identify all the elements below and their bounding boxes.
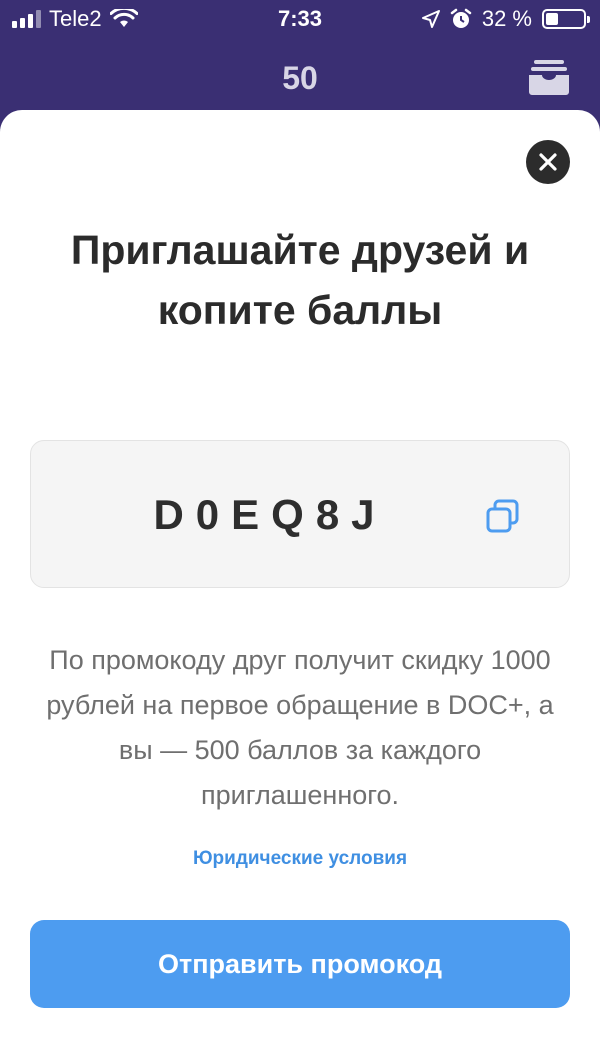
points-counter: 50	[282, 60, 318, 96]
alarm-icon	[450, 8, 472, 28]
inbox-icon[interactable]	[528, 56, 570, 98]
page-title: Приглашайте друзей и копите баллы	[70, 227, 530, 333]
legal-terms-link[interactable]: Юридические условия	[0, 848, 600, 870]
app-screen: Tele2 7:33 32 % 50 Приглашайте друзей и …	[0, 0, 600, 1063]
promo-code-box: D0EQ8J	[30, 440, 570, 588]
status-right: 32 %	[421, 6, 590, 32]
status-bar: Tele2 7:33 32 %	[0, 0, 600, 38]
battery-percent: 32 %	[481, 6, 532, 31]
battery-fill	[546, 13, 558, 25]
invite-sheet: Приглашайте друзей и копите баллы D0EQ8J…	[0, 110, 600, 1063]
promo-description: По промокоду друг получит скидку 1000 ру…	[46, 645, 554, 810]
close-icon	[539, 153, 557, 171]
send-promo-button[interactable]: Отправить промокод	[30, 920, 570, 1008]
location-icon	[421, 10, 440, 28]
copy-icon[interactable]	[483, 497, 523, 537]
battery-icon	[542, 9, 590, 29]
app-header: 50	[0, 38, 600, 118]
promo-code: D0EQ8J	[153, 491, 387, 538]
close-button[interactable]	[526, 140, 570, 184]
